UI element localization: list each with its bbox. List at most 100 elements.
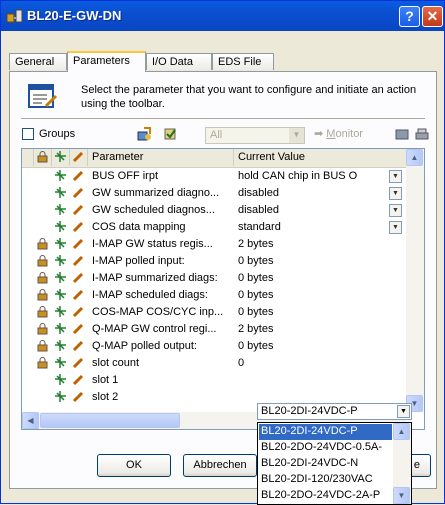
dropdown-option[interactable]: BL20-2DI-24VDC-N [259,456,392,472]
lock-icon [37,238,48,250]
parameter-value: 0 bytes [238,272,274,284]
chevron-down-icon[interactable]: ▼ [289,128,304,143]
table-row[interactable]: GW scheduled diagnos... disabled ▼ [22,202,406,219]
lock-icon [37,340,48,352]
table-row[interactable]: I-MAP GW status regis... 2 bytes [22,236,406,253]
slot-module-select[interactable]: BL20-2DI-24VDC-P ▼ [257,403,412,420]
network-icon [55,255,66,266]
lock-icon [37,357,48,369]
lock-icon [37,289,48,301]
scroll-down-icon[interactable]: ▼ [393,487,410,504]
pencil-icon [72,272,84,284]
parameter-value: 2 bytes [238,238,274,250]
ok-button[interactable]: OK [97,454,171,477]
parameter-name: slot 2 [92,391,119,403]
table-row[interactable]: GW summarized diagno... disabled ▼ [22,185,406,202]
network-icon [55,391,66,402]
network-icon [55,151,66,162]
vertical-scrollbar[interactable]: ▲ ▼ [406,149,424,412]
table-row[interactable]: I-MAP summarized diags: 0 bytes [22,270,406,287]
table-row[interactable]: Q-MAP polled output: 0 bytes [22,338,406,355]
network-icon [55,204,66,215]
monitor-button[interactable]: ➡ Monitor [314,127,363,140]
tab-io-data[interactable]: I/O Data [146,53,212,70]
edit-document-icon [28,84,58,108]
scroll-up-icon[interactable]: ▲ [406,149,423,166]
pencil-icon [72,391,84,403]
parameter-name: COS-MAP COS/CYC inp... [92,306,224,318]
printer-icon[interactable] [414,126,430,142]
horizontal-scroll-thumb[interactable] [40,413,180,428]
table-row[interactable]: COS data mapping standard ▼ [22,219,406,236]
write-parameters-icon[interactable] [162,126,178,142]
parameter-grid: Parameter Current Value BUS OFF irpt hold… [21,148,425,430]
pencil-icon [72,357,84,369]
value-column-header[interactable]: Current Value [234,149,406,166]
chevron-down-icon[interactable]: ▼ [397,405,410,418]
network-icon [55,323,66,334]
dropdown-option[interactable]: BL20-2DI-24VDC-P [259,424,392,440]
read-parameters-icon[interactable] [136,126,152,142]
parameter-column-header[interactable]: Parameter [88,149,234,166]
help-button[interactable]: ? [399,6,420,27]
lock-icon [37,323,48,335]
filter-select[interactable]: All ▼ [205,127,305,144]
dropdown-option[interactable]: BL20-2DO-24VDC-2A-P [259,488,392,504]
filter-value: All [210,129,223,141]
network-icon [55,187,66,198]
groups-checkbox[interactable] [22,128,34,140]
device-icon[interactable] [394,126,410,142]
network-icon [55,306,66,317]
window-title: BL20-E-GW-DN [27,8,122,23]
lock-icon [37,306,48,318]
tab-parameters[interactable]: Parameters [67,51,146,72]
pencil-icon [72,374,84,386]
network-icon [55,340,66,351]
table-row[interactable]: I-MAP scheduled diags: 0 bytes [22,287,406,304]
parameter-value: 0 bytes [238,289,274,301]
chevron-down-icon[interactable]: ▼ [389,221,402,234]
title-bar[interactable]: BL20-E-GW-DN ? ✕ [1,1,444,31]
monitor-label-rest: onitor [335,128,363,140]
table-row[interactable]: I-MAP polled input: 0 bytes [22,253,406,270]
pencil-icon [72,340,84,352]
table-row[interactable]: slot 1 [22,372,406,389]
dropdown-option[interactable]: BL20-2DI-120/230VAC [259,472,392,488]
chevron-down-icon[interactable]: ▼ [389,204,402,217]
scroll-left-icon[interactable]: ◀ [22,412,39,429]
network-icon [55,357,66,368]
close-icon: ✕ [426,8,439,24]
dropdown-option[interactable]: BL20-2DO-24VDC-0.5A- [259,440,392,456]
pencil-icon [72,238,84,250]
chevron-down-icon[interactable]: ▼ [389,170,402,183]
dialog-window: BL20-E-GW-DN ? ✕ General Parameters I/O … [0,0,445,505]
lock-icon [37,255,48,267]
groups-label: Groups [39,128,76,140]
parameter-value: 2 bytes [238,323,274,335]
parameter-name: I-MAP GW status regis... [92,238,213,250]
cancel-button[interactable]: Abbrechen [183,454,257,477]
close-button[interactable]: ✕ [422,6,443,27]
tab-eds-file[interactable]: EDS File [212,53,274,70]
pencil-icon [72,255,84,267]
scroll-up-icon[interactable]: ▲ [393,423,410,440]
network-icon [55,221,66,232]
table-row[interactable]: COS-MAP COS/CYC inp... 0 bytes [22,304,406,321]
table-row[interactable]: Q-MAP GW control regi... 2 bytes [22,321,406,338]
sort-column-header[interactable] [22,149,34,166]
network-column-header[interactable] [52,149,70,166]
lock-column-header[interactable] [34,149,52,166]
parameter-name: I-MAP polled input: [92,255,185,267]
tab-general[interactable]: General [9,53,67,70]
parameter-name: BUS OFF irpt [92,170,159,182]
parameter-value: standard [238,221,281,233]
parameter-name: GW summarized diagno... [92,187,220,199]
table-row[interactable]: slot count 0 [22,355,406,372]
parameter-name: Q-MAP GW control regi... [92,323,217,335]
edit-column-header[interactable] [70,149,88,166]
dropdown-scrollbar[interactable]: ▲ ▼ [393,423,411,504]
pencil-icon [72,306,84,318]
table-row[interactable]: BUS OFF irpt hold CAN chip in BUS O ▼ [22,168,406,185]
parameter-value: 0 bytes [238,340,274,352]
chevron-down-icon[interactable]: ▼ [389,187,402,200]
